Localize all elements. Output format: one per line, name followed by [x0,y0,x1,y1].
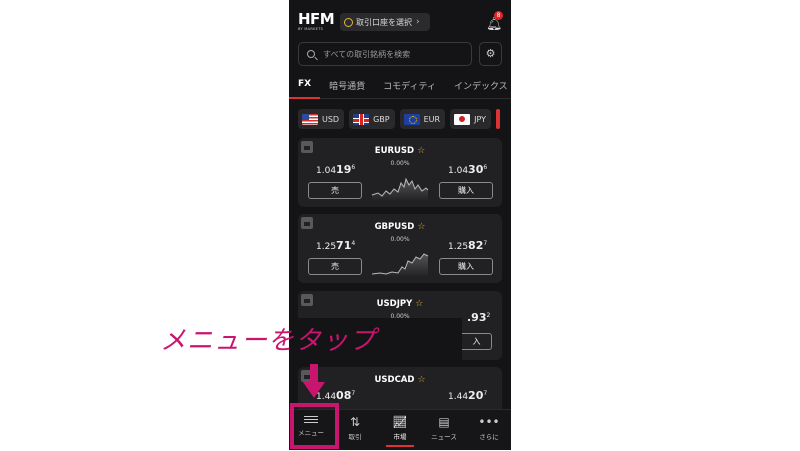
search-input[interactable]: すべての取引銘柄を検索 [298,42,472,66]
uk-flag-icon [353,113,370,125]
instrument-symbol: GBPUSD ☆ [374,222,426,232]
bid-price: 1.04196 [316,163,356,176]
nav-news[interactable]: ▤ ニュース [422,410,466,451]
search-placeholder: すべての取引銘柄を検索 [323,49,411,59]
tab-commodities[interactable]: コモディティ [374,72,445,99]
annotation-arrow-icon [303,364,325,398]
select-account-button[interactable]: 取引口座を選択 › [340,13,430,31]
sparkline-chart [371,253,429,277]
eu-flag-icon [403,113,420,125]
nav-trade-label: 取引 [348,433,362,441]
usdjpy-buy-button-partial[interactable]: 入 [462,333,492,350]
ask-price: 1.04306 [448,163,488,176]
currency-chip-gbp[interactable]: GBP [349,109,395,129]
gear-icon: ⚙ [485,47,496,60]
category-tabs: FX 暗号通貨 コモディティ インデックス [289,72,511,99]
annotation-text: メニューをタップ [160,326,377,356]
sell-button[interactable]: 売 [308,182,362,199]
hfm-logo: HFM BY MARKETS [298,12,336,34]
logo-text: HFM [298,10,335,28]
menu-highlight-box [290,403,339,449]
nav-markets[interactable]: 📈︎ 市場 [378,410,422,451]
star-icon[interactable]: ☆ [417,222,425,232]
instrument-card-eurusd[interactable]: EURUSD ☆ 0.00% 1.04196 1.04306 売 購入 [298,138,502,207]
ask-price: 1.25827 [448,239,488,252]
nav-markets-label: 市場 [393,433,407,441]
news-icon: ▤ [438,415,450,429]
search-icon [307,50,315,58]
currency-chip-jpy[interactable]: JPY [450,109,491,129]
buy-button[interactable]: 購入 [439,182,493,199]
star-icon[interactable]: ☆ [417,375,425,385]
us-flag-icon [302,113,318,125]
markets-chart-icon: 📈︎ [392,415,408,429]
sell-button[interactable]: 売 [308,258,362,275]
currency-label: JPY [474,114,486,124]
sparkline-chart [371,177,429,201]
nav-more[interactable]: ••• さらに [467,410,511,451]
currency-label: GBP [373,114,390,124]
currency-chip-more[interactable] [495,109,500,129]
bid-price: 1.25714 [316,239,356,252]
instrument-symbol: USDCAD ☆ [374,375,426,385]
nav-trade[interactable]: ⇅ 取引 [333,410,377,451]
currency-label: USD [322,114,340,124]
select-account-label: 取引口座を選択 [356,17,412,27]
notifications-button[interactable]: 🔔︎ 8 [486,11,503,32]
currency-filter-row: USD GBP EUR JPY [298,109,511,131]
nav-news-label: ニュース [431,433,457,441]
tab-crypto[interactable]: 暗号通貨 [320,72,374,99]
ask-price: 1.44207 [448,389,488,402]
tab-fx[interactable]: FX [289,72,321,99]
currency-label: EUR [423,114,441,124]
clock-icon [344,17,353,27]
star-icon[interactable]: ☆ [417,146,425,156]
more-dots-icon: ••• [478,415,500,429]
star-icon[interactable]: ☆ [415,299,423,309]
instrument-symbol: EURUSD ☆ [374,146,426,156]
currency-chip-usd[interactable]: USD [298,109,345,129]
chevron-right-icon: › [416,17,420,27]
japan-flag-icon [454,113,471,125]
app-header: HFM BY MARKETS 取引口座を選択 › 🔔︎ 8 [289,0,511,42]
nav-more-label: さらに [479,433,499,441]
trade-arrows-icon: ⇅ [349,415,361,429]
notification-badge: 8 [494,11,503,20]
usdjpy-ask-partial: .932 [467,311,491,324]
tab-indices[interactable]: インデックス [445,72,511,99]
instrument-symbol: USDJPY ☆ [376,299,424,309]
currency-chip-eur[interactable]: EUR [399,109,446,129]
buy-button[interactable]: 購入 [439,258,493,275]
instrument-card-gbpusd[interactable]: GBPUSD ☆ 0.00% 1.25714 1.25827 売 購入 [298,214,502,283]
settings-button[interactable]: ⚙ [479,42,502,66]
